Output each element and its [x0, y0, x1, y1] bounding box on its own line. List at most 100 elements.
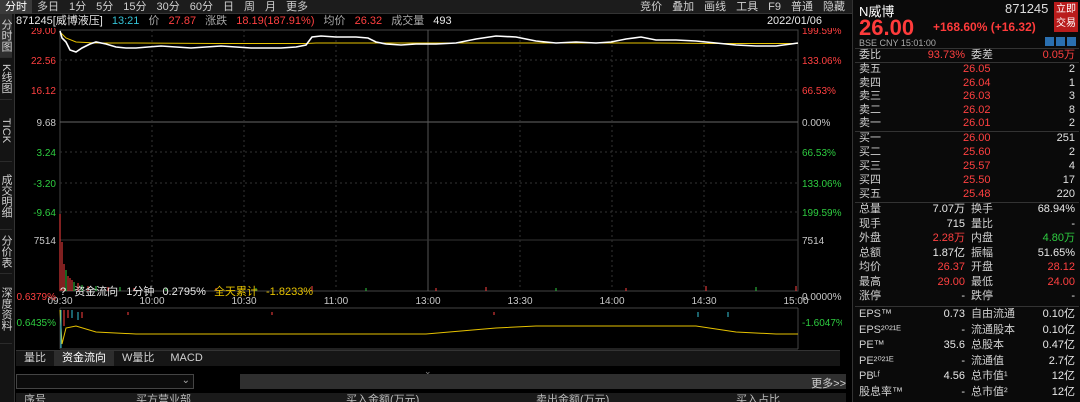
cursor-volume: 493 [433, 15, 452, 27]
hide-button[interactable]: 隐藏 [818, 0, 850, 14]
stat-label-2: 振幅 [971, 246, 993, 259]
stat-label-2: 开盘 [971, 261, 993, 273]
tab-day[interactable]: 日 [218, 0, 239, 14]
ask-row[interactable]: 卖五 26.05 2 [853, 63, 1079, 76]
weicha-value: 0.05万 [1042, 49, 1075, 61]
stat-row: 总量 7.07万 换手 68.94% [853, 203, 1079, 216]
y-left-tick-1: 22.56 [31, 56, 56, 67]
ask-price: 26.01 [963, 117, 991, 129]
settings-icon[interactable] [1067, 37, 1076, 46]
intraday-chart[interactable]: 29.00 22.56 16.12 9.68 3.24 -3.20 -9.64 … [16, 28, 842, 350]
fundamental-label-2: 总股本 [971, 339, 1004, 351]
rail-trade-detail[interactable]: 成交明细 [0, 162, 12, 230]
f9-button[interactable]: F9 [763, 0, 786, 14]
normal-mode-button[interactable]: 普通 [786, 0, 818, 14]
tab-more[interactable]: 更多 [281, 0, 313, 14]
overlay-button[interactable]: 叠加 [667, 0, 699, 14]
tab-1min[interactable]: 1分 [64, 0, 91, 14]
ask-row[interactable]: 卖一 26.01 2 [853, 117, 1079, 130]
fundamental-value: 35.6 [943, 339, 965, 351]
fundamental-row: PE™ 35.6 总股本 0.47亿 [853, 339, 1079, 352]
tab-15min[interactable]: 15分 [118, 0, 151, 14]
rail-depth-info[interactable]: 深度资料 [0, 274, 12, 344]
flow-right-tick-0: 0.0000% [802, 292, 842, 303]
avg-label: 均价 [323, 15, 346, 27]
tab-fund-flow[interactable]: 资金流向 [54, 351, 114, 366]
bid-label: 买三 [859, 160, 881, 172]
bid-price: 25.50 [963, 174, 991, 186]
flow-day-value: -1.8233% [266, 286, 314, 298]
bid-row[interactable]: 买五 25.48 220 [853, 188, 1079, 201]
flow-help-icon[interactable]: ? [60, 286, 66, 298]
branch-select[interactable]: ⌄ [16, 374, 194, 389]
bid-row[interactable]: 买三 25.57 4 [853, 160, 1079, 173]
rail-kline-chart[interactable]: K线图 [0, 58, 12, 100]
ask-row[interactable]: 卖三 26.03 3 [853, 90, 1079, 103]
fundamental-value: - [961, 323, 965, 336]
bid-label: 买五 [859, 188, 881, 200]
cursor-avg: 26.32 [354, 15, 383, 27]
stat-value: 2.28万 [932, 232, 965, 244]
stat-value: 29.00 [937, 275, 965, 288]
more-link[interactable]: 更多>> [811, 375, 846, 391]
tab-5min[interactable]: 5分 [91, 0, 118, 14]
tab-week[interactable]: 周 [239, 0, 260, 14]
bid-row[interactable]: 买四 25.50 17 [853, 174, 1079, 187]
fundamental-label-2: 总市值² [971, 385, 1008, 398]
tab-month[interactable]: 月 [260, 0, 281, 14]
flow-minute-label: 1分钟 [126, 286, 155, 298]
tab-volume-ratio[interactable]: 量比 [16, 351, 54, 366]
edit-icon[interactable] [1045, 37, 1054, 46]
tools-button[interactable]: 工具 [731, 0, 763, 14]
trade-now-button[interactable]: 立即交易 [1054, 2, 1078, 32]
ask-row[interactable]: 卖四 26.04 1 [853, 77, 1079, 90]
bid-price: 25.48 [963, 188, 991, 200]
horizontal-scrollbar[interactable] [240, 374, 846, 389]
fundamental-label: PBᴸᶠ [859, 370, 881, 382]
ask-label: 卖二 [859, 103, 881, 116]
col-index: 序号 [24, 394, 46, 402]
y-left-tick-5: -3.20 [33, 179, 56, 190]
flow-minute-value: 0.2795% [162, 286, 206, 298]
bid-price: 25.60 [963, 146, 991, 158]
fundamental-value-2: 12亿 [1051, 370, 1075, 382]
draw-line-button[interactable]: 画线 [699, 0, 731, 14]
bid-row[interactable]: 买二 25.60 2 [853, 146, 1079, 159]
stat-label-2: 跌停 [971, 290, 993, 302]
ask-label: 卖五 [859, 63, 881, 75]
col-buyer-branch: 买方营业部 [136, 394, 191, 402]
rail-tick[interactable]: TICK [0, 100, 12, 162]
bid-label: 买二 [859, 146, 881, 158]
bid-row[interactable]: 买一 26.00 251 [853, 132, 1079, 145]
fundamental-value: - [961, 354, 965, 367]
ask-label: 卖一 [859, 117, 881, 129]
x-tick-1100: 11:00 [324, 296, 349, 307]
ask-volume: 1 [1068, 76, 1075, 89]
ask-row[interactable]: 卖二 26.02 8 [853, 104, 1079, 117]
stat-row: 外盘 2.28万 内盘 4.80万 [853, 232, 1079, 245]
tab-30min[interactable]: 30分 [152, 0, 185, 14]
stat-value: - [961, 290, 965, 302]
stat-value-2: - [1071, 290, 1075, 302]
tab-macd[interactable]: MACD [162, 351, 210, 366]
rail-price-table[interactable]: 分价表 [0, 230, 12, 274]
y-left-tick-2: 16.12 [31, 86, 56, 97]
share-icon[interactable] [1056, 37, 1065, 46]
rail-intraday-chart[interactable]: 分时图 [0, 14, 12, 58]
tab-multiday[interactable]: 多日 [32, 0, 64, 14]
stat-label: 外盘 [859, 232, 881, 244]
ask-volume: 8 [1068, 103, 1075, 116]
tab-60min[interactable]: 60分 [185, 0, 218, 14]
cursor-time: 13:21 [111, 15, 140, 27]
flow-left-tick-0: 0.6379% [17, 292, 57, 303]
broker-table-header: 序号 买方营业部 买入金额(万元) 卖出金额(万元) 买入占比 [16, 393, 846, 402]
ask-volume: 2 [1068, 63, 1075, 75]
bid-volume: 220 [1056, 188, 1075, 200]
stat-value: 26.37 [937, 261, 965, 273]
tab-w-volume-ratio[interactable]: W量比 [114, 351, 162, 366]
bid-label: 买一 [859, 132, 881, 144]
auction-button[interactable]: 竞价 [635, 0, 667, 14]
flow-day-label: 全天累计 [213, 286, 258, 298]
stat-label-2: 换手 [971, 203, 993, 215]
tab-intraday[interactable]: 分时 [0, 0, 32, 14]
